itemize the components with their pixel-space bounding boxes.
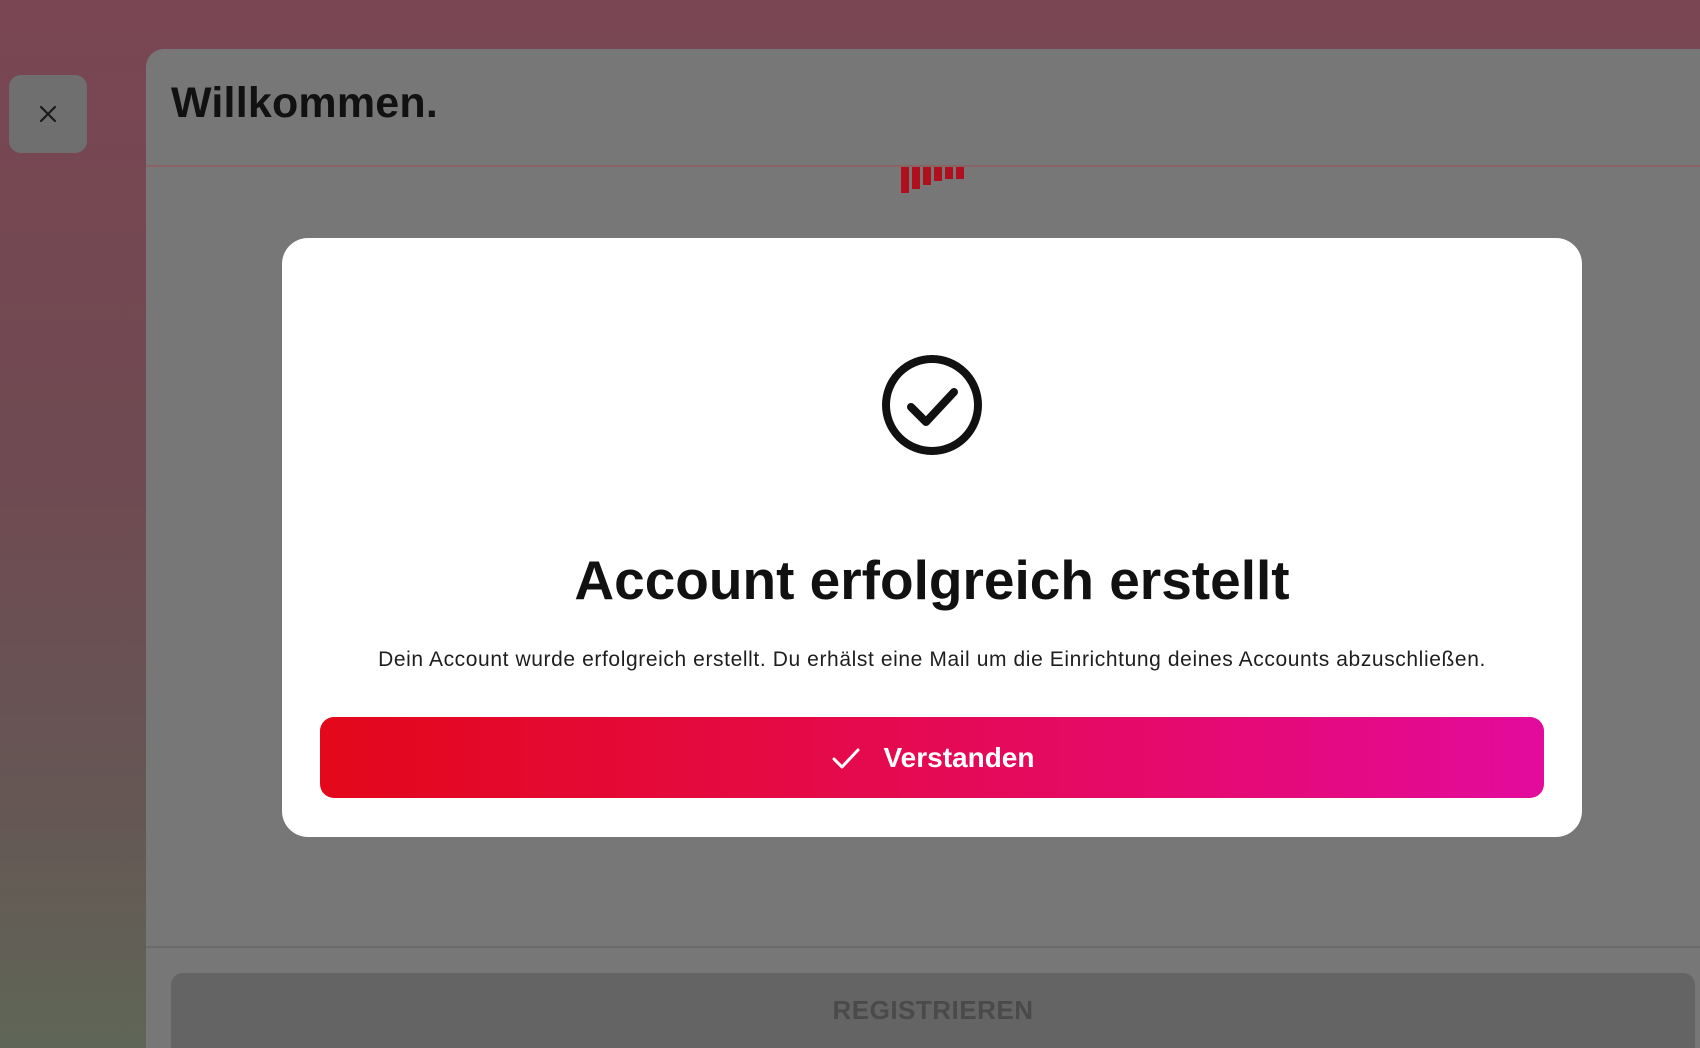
dialog-message: Dein Account wurde erfolgreich erstellt.… xyxy=(378,648,1486,671)
loading-indicator xyxy=(901,167,964,193)
check-circle-icon xyxy=(882,355,982,455)
panel-title: Willkommen. xyxy=(171,79,439,127)
divider xyxy=(146,946,1700,948)
dialog-title: Account erfolgreich erstellt xyxy=(574,549,1290,611)
confirm-button-label: Verstanden xyxy=(883,741,1035,773)
close-button[interactable] xyxy=(9,75,87,153)
screen: Willkommen. REGISTRIEREN Account erfolgr… xyxy=(0,0,1700,1048)
register-button[interactable]: REGISTRIEREN xyxy=(171,973,1695,1048)
panel-header: Willkommen. xyxy=(146,49,1700,167)
confirm-button[interactable]: Verstanden xyxy=(320,717,1544,798)
checkmark-icon xyxy=(832,748,860,768)
success-dialog: Account erfolgreich erstellt Dein Accoun… xyxy=(282,238,1582,837)
close-icon xyxy=(39,105,57,123)
